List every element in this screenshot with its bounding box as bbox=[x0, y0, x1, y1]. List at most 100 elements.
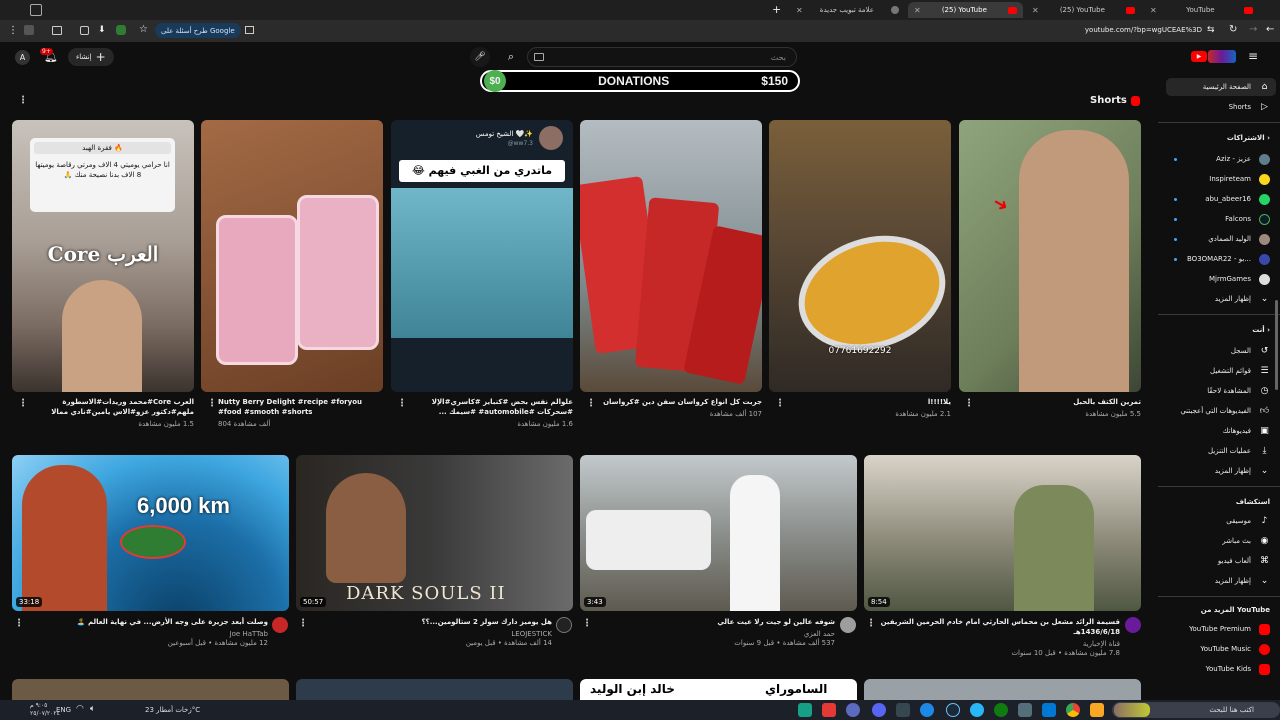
short-title[interactable]: العرب Core#محمد وريدات#الاسطورة ملهم#دكت… bbox=[30, 397, 194, 417]
download-icon[interactable]: ⬇ bbox=[98, 25, 106, 35]
channel-name[interactable]: Joe HaTTab bbox=[28, 630, 268, 638]
channel-avatar[interactable] bbox=[1125, 617, 1141, 633]
taskbar-app-icon[interactable] bbox=[846, 703, 860, 717]
short-thumb-3[interactable] bbox=[580, 120, 762, 392]
translate-icon[interactable]: ⇆ bbox=[1207, 25, 1215, 35]
short-menu-icon[interactable]: ⋮ bbox=[586, 398, 596, 409]
section-menu-icon[interactable]: ⋮ bbox=[18, 95, 28, 106]
sidebar-show-more-explore[interactable]: إظهار المزيد ⌄ bbox=[1166, 572, 1276, 590]
weather-text[interactable]: زخات أمطار 23°C bbox=[145, 706, 200, 714]
bookmark-star-icon[interactable]: ☆ bbox=[139, 24, 148, 35]
video-title[interactable]: هل يوميز دارك سولز 2 ستالومين...؟؟ bbox=[312, 617, 552, 627]
short-thumb-5[interactable] bbox=[201, 120, 383, 392]
taskbar-app-icon[interactable] bbox=[1018, 703, 1032, 717]
sidebar-item-playlists[interactable]: قوائم التشغيل ☰ bbox=[1166, 362, 1276, 380]
sidebar-show-more-subs[interactable]: إظهار المزيد ⌄ bbox=[1166, 290, 1276, 308]
taskbar-chrome-icon[interactable] bbox=[1066, 703, 1080, 717]
close-icon[interactable]: ✕ bbox=[1150, 6, 1157, 15]
extension-icon[interactable] bbox=[24, 25, 34, 35]
keyboard-icon[interactable] bbox=[534, 53, 544, 61]
video-thumb-1[interactable]: 8:54 bbox=[864, 455, 1141, 611]
short-menu-icon[interactable]: ⋮ bbox=[18, 398, 28, 409]
video-thumb-2[interactable]: 3:43 bbox=[580, 455, 857, 611]
video-thumb-7[interactable]: الساموراي خالد إبن الوليد bbox=[580, 679, 857, 700]
video-menu-icon[interactable]: ⋮ bbox=[582, 618, 592, 629]
taskbar-brave-icon[interactable] bbox=[822, 703, 836, 717]
google-lens-pill[interactable]: طرح أسئلة على Google bbox=[155, 23, 241, 38]
sidebar-item-music[interactable]: موسيقى ♪ bbox=[1166, 512, 1276, 530]
video-title[interactable]: قسيمة الرائد مشعل بن محماس الحارثي امام … bbox=[868, 617, 1120, 637]
shield-extension-icon[interactable] bbox=[116, 25, 126, 35]
tab-youtube-1[interactable]: ✕ YouTube bbox=[1144, 2, 1259, 18]
short-thumb-4[interactable]: الشيخ تومس 🤍✨ @ww7.3 ماتدري من الغبي فيه… bbox=[391, 120, 573, 392]
tab-youtube-2[interactable]: ✕ (25) YouTube bbox=[1026, 2, 1141, 18]
url-text[interactable]: youtube.com/?bp=wgUCEAE%3D bbox=[1085, 26, 1202, 34]
sidebar-sub-inspireteam[interactable]: Inspireteam bbox=[1166, 170, 1276, 188]
volume-icon[interactable]: 🔈︎ bbox=[90, 704, 95, 714]
close-icon[interactable]: ✕ bbox=[796, 6, 803, 15]
close-icon[interactable]: ✕ bbox=[914, 6, 921, 15]
sidebar-item-downloads[interactable]: عمليات التنزيل ⤓ bbox=[1166, 442, 1276, 460]
taskbar-folder-icon[interactable] bbox=[1090, 703, 1104, 717]
video-menu-icon[interactable]: ⋮ bbox=[298, 618, 308, 629]
screenshot-icon[interactable] bbox=[80, 26, 89, 35]
new-tab-button[interactable]: + bbox=[772, 3, 781, 16]
video-thumb-4[interactable]: 6,000 km 33:18 bbox=[12, 455, 289, 611]
microphone-icon[interactable]: 🎤︎ bbox=[470, 47, 490, 67]
subscriptions-header[interactable]: الاشتراكات › bbox=[1166, 134, 1276, 142]
channel-name[interactable]: حمد العزي bbox=[595, 630, 835, 638]
youtube-doodle-logo[interactable] bbox=[1208, 50, 1236, 63]
sidebar-scrollbar[interactable] bbox=[1275, 300, 1278, 390]
close-icon[interactable]: ✕ bbox=[1032, 6, 1039, 15]
tab-new-tab[interactable]: ✕ علامة تبويب جديدة bbox=[790, 2, 905, 18]
sidebar-sub-alwaleed[interactable]: الوليد الصمادي bbox=[1166, 230, 1276, 248]
account-avatar[interactable]: A bbox=[15, 50, 30, 65]
channel-avatar[interactable] bbox=[272, 617, 288, 633]
taskbar-app-green-icon[interactable] bbox=[798, 703, 812, 717]
short-title[interactable]: Nutty Berry Delight #recipe #foryou #foo… bbox=[218, 397, 383, 417]
taskbar-time[interactable]: ٩:٠٥ م bbox=[30, 702, 47, 709]
taskbar-store-icon[interactable] bbox=[1042, 703, 1056, 717]
you-header[interactable]: أنت › bbox=[1166, 326, 1276, 334]
short-title[interactable]: تمرين الكتف بالحبل bbox=[995, 397, 1141, 407]
channel-name[interactable]: LEOJESTICK bbox=[312, 630, 552, 638]
sidebar-item-music-app[interactable]: YouTube Music bbox=[1166, 640, 1276, 658]
youtube-logo[interactable]: ▶ bbox=[1191, 51, 1207, 62]
sidebar-show-more-you[interactable]: إظهار المزيد ⌄ bbox=[1166, 462, 1276, 480]
short-menu-icon[interactable]: ⋮ bbox=[775, 398, 785, 409]
sidebar-item-watch-later[interactable]: المشاهدة لاحقًا ◷ bbox=[1166, 382, 1276, 400]
sidebar-item-shorts[interactable]: Shorts ▷ bbox=[1166, 98, 1276, 116]
taskbar-xbox-icon[interactable] bbox=[994, 703, 1008, 717]
channel-avatar[interactable] bbox=[556, 617, 572, 633]
sidebar-item-premium[interactable]: YouTube Premium bbox=[1166, 620, 1276, 638]
sidebar-item-kids[interactable]: YouTube Kids bbox=[1166, 660, 1276, 678]
sidebar-item-history[interactable]: السجل ↺ bbox=[1166, 342, 1276, 360]
video-menu-icon[interactable]: ⋮ bbox=[14, 618, 24, 629]
short-menu-icon[interactable]: ⋮ bbox=[397, 398, 407, 409]
sidebar-sub-falcons[interactable]: Falcons bbox=[1166, 210, 1276, 228]
forward-icon[interactable]: → bbox=[1249, 24, 1257, 35]
sidebar-item-home[interactable]: الصفحة الرئيسية ⌂ bbox=[1166, 78, 1276, 96]
reload-icon[interactable]: ↻ bbox=[1229, 24, 1237, 35]
short-thumb-2[interactable]: 07761692292 bbox=[769, 120, 951, 392]
tab-youtube-active[interactable]: ✕ (25) YouTube bbox=[908, 2, 1023, 18]
wifi-icon[interactable]: ◠ bbox=[76, 704, 84, 714]
back-icon[interactable]: ← bbox=[1266, 24, 1274, 35]
sidebar-sub-aziz[interactable]: Aziz - عزيز bbox=[1166, 150, 1276, 168]
sidebar-icon[interactable] bbox=[52, 26, 62, 35]
taskbar-telegram-icon[interactable] bbox=[970, 703, 984, 717]
taskbar-app-icon[interactable] bbox=[920, 703, 934, 717]
short-menu-icon[interactable]: ⋮ bbox=[207, 398, 217, 409]
short-thumb-6[interactable]: فقرة الهبد 🔥 انا حرامي يوميتي 4 الاف ومر… bbox=[12, 120, 194, 392]
video-thumb-5[interactable] bbox=[12, 679, 289, 700]
channel-name[interactable]: قناة الإخبارية bbox=[868, 640, 1120, 648]
create-button[interactable]: إنشاء + bbox=[68, 48, 114, 66]
window-menu-icon[interactable] bbox=[30, 4, 42, 16]
sidebar-item-liked[interactable]: الفيديوهات التي أعجبتني 👍︎ bbox=[1166, 402, 1276, 420]
sidebar-sub-mjrmgames[interactable]: MjrmGames bbox=[1166, 270, 1276, 288]
video-thumb-3[interactable]: DARK SOULS II 50:57 bbox=[296, 455, 573, 611]
short-menu-icon[interactable]: ⋮ bbox=[964, 398, 974, 409]
video-title[interactable]: وصلت أبعد جزيرة على وجه الأرض... في نهاي… bbox=[28, 617, 268, 627]
sidebar-sub-abu-abeer[interactable]: abu_abeer16 bbox=[1166, 190, 1276, 208]
search-button[interactable]: ⌕ bbox=[498, 47, 524, 67]
